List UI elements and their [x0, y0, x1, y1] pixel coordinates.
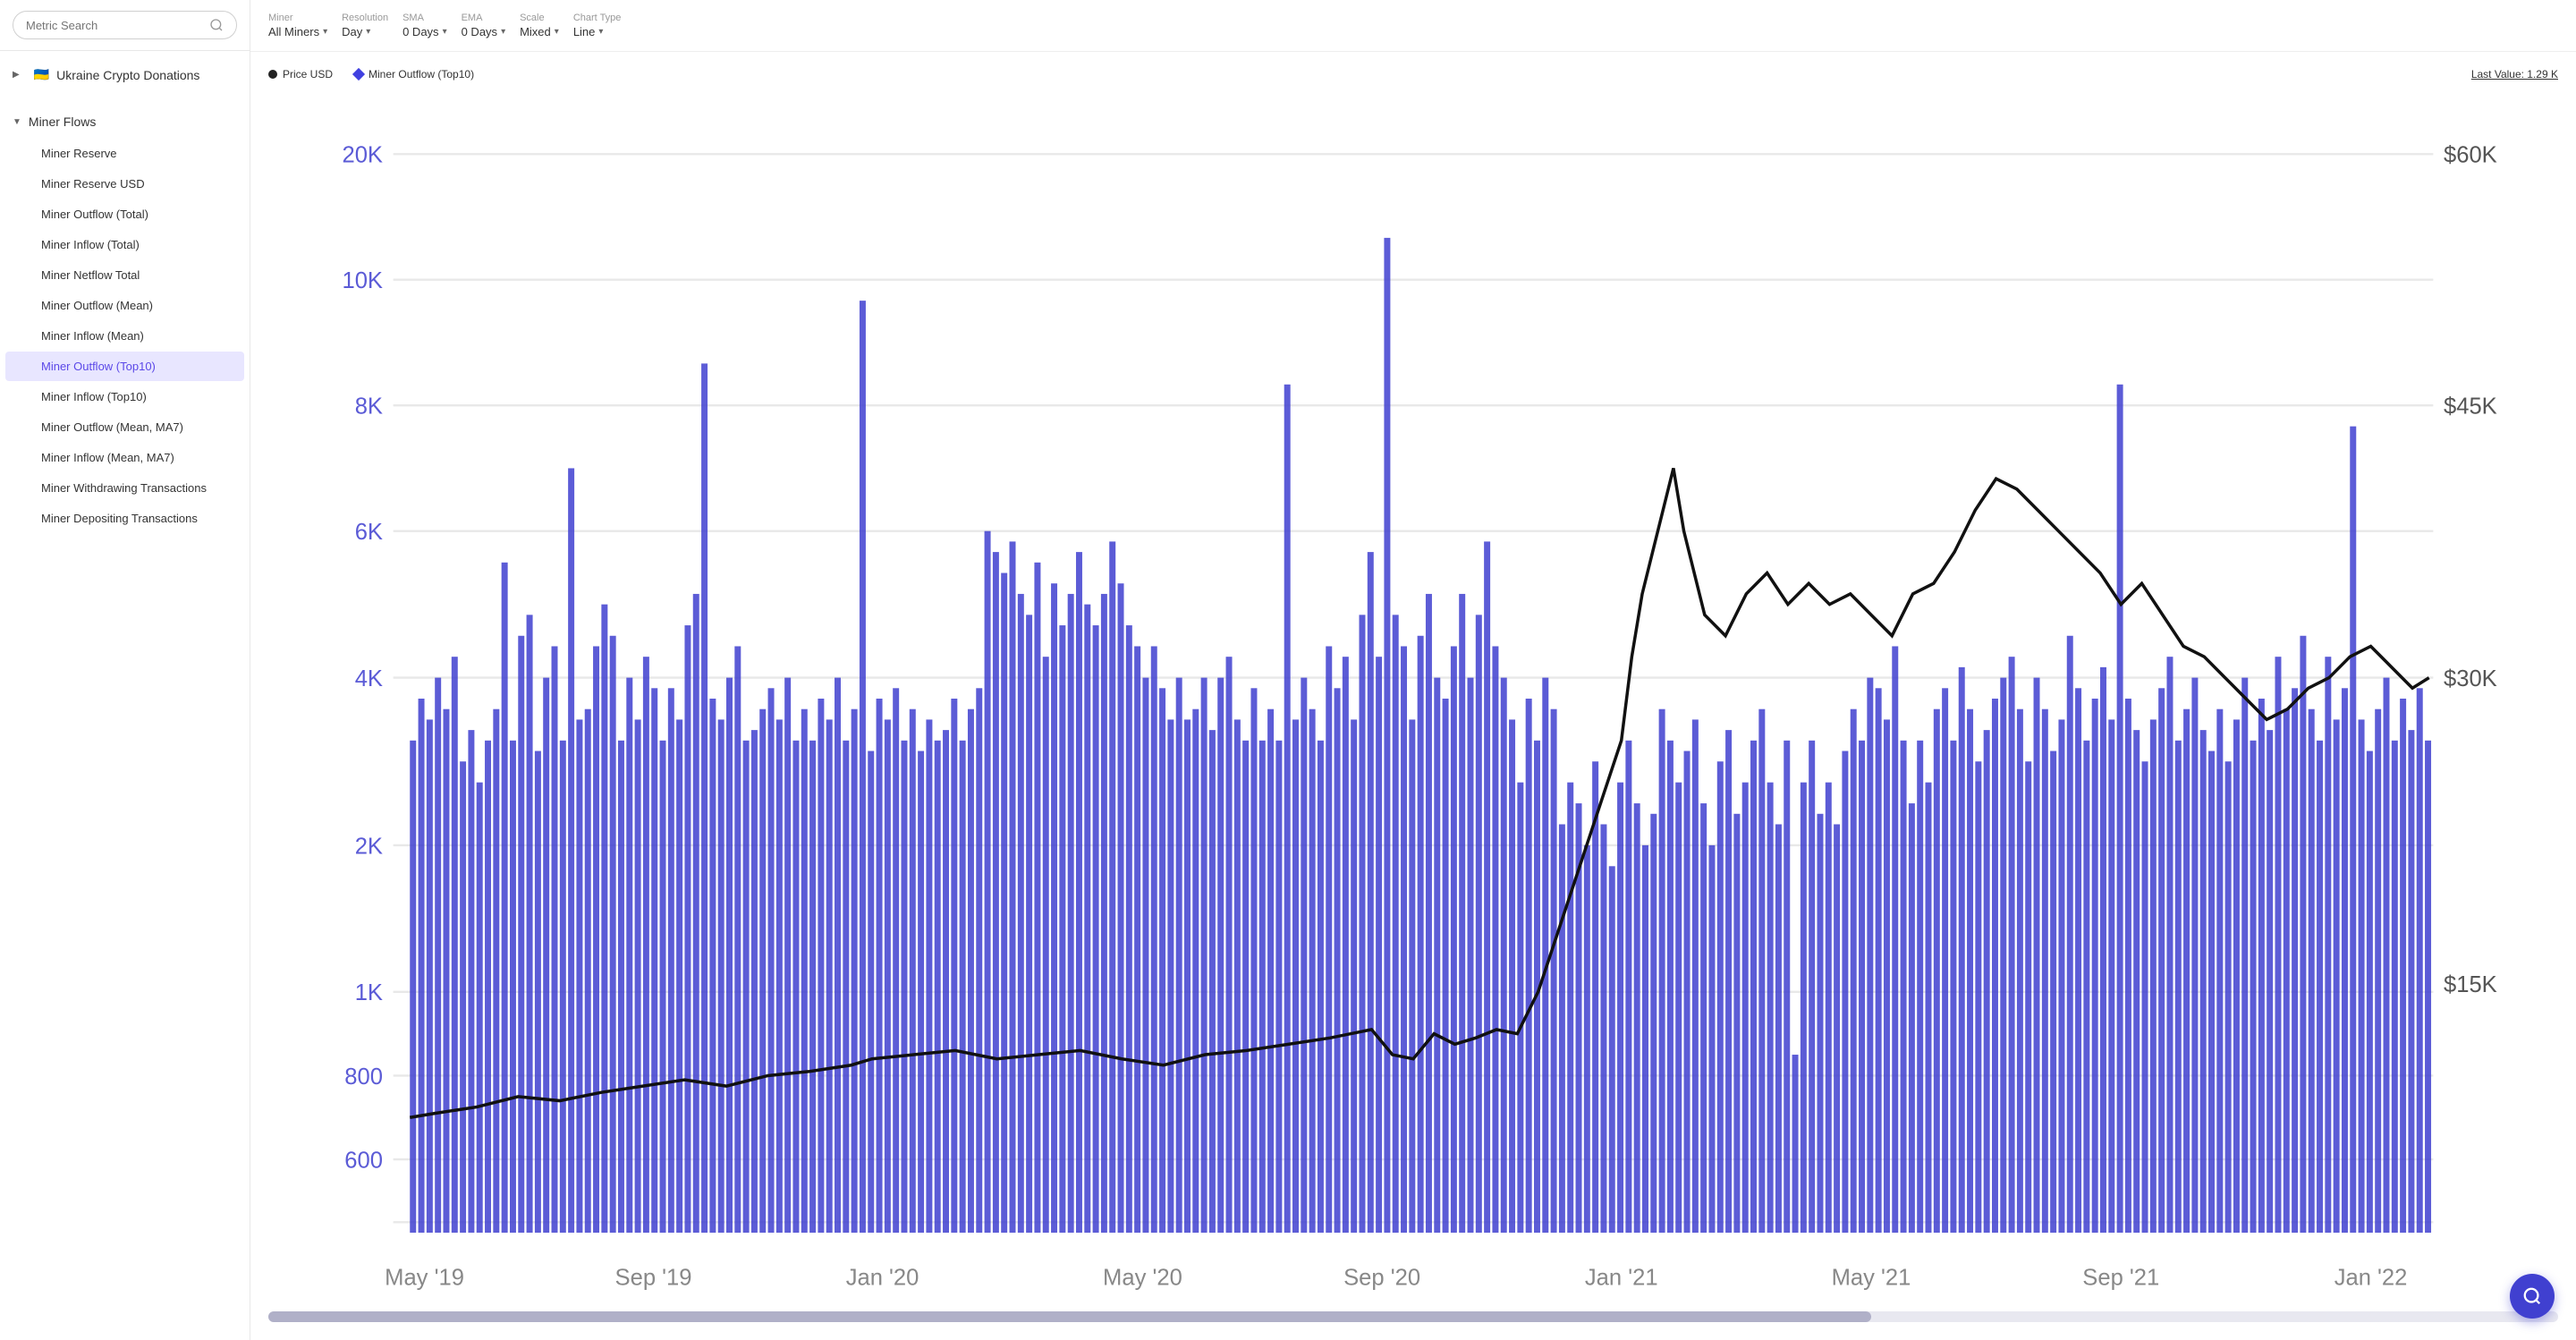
toolbar-sma: SMA 0 Days ▾ — [402, 13, 447, 38]
toolbar-chart-type-label: Chart Type — [573, 13, 622, 23]
miner-flows-label: Miner Flows — [29, 114, 96, 129]
chart-area: Price USD Miner Outflow (Top10) Last Val… — [250, 52, 2576, 1340]
svg-text:8K: 8K — [355, 394, 383, 420]
svg-text:6K: 6K — [355, 520, 383, 545]
svg-text:4K: 4K — [355, 666, 383, 691]
legend-price-dot — [268, 70, 277, 79]
last-value[interactable]: Last Value: 1.29 K — [2471, 68, 2558, 81]
search-icon — [209, 18, 224, 32]
chart-scrollbar[interactable] — [268, 1311, 2558, 1322]
sidebar-item-0[interactable]: Miner Reserve — [5, 139, 244, 168]
svg-text:800: 800 — [344, 1064, 383, 1090]
sidebar-item-12[interactable]: Miner Depositing Transactions — [5, 504, 244, 533]
toolbar-scale-label: Scale — [520, 13, 559, 23]
toolbar: Miner All Miners ▾ Resolution Day ▾ SMA … — [250, 0, 2576, 52]
toolbar-miner: Miner All Miners ▾ — [268, 13, 327, 38]
toolbar-sma-caret-icon: ▾ — [443, 27, 447, 37]
legend-price-label: Price USD — [283, 68, 333, 81]
search-container — [0, 0, 250, 51]
nav-section-miner-flows: ▼ Miner Flows Miner ReserveMiner Reserve… — [0, 98, 250, 541]
toolbar-ema-value: 0 Days — [462, 25, 497, 38]
sidebar-item-9[interactable]: Miner Outflow (Mean, MA7) — [5, 412, 244, 442]
chart-svg: 20K 10K 8K 6K 4K 2K 1K 800 600 $60K $45K… — [268, 91, 2558, 1306]
toolbar-miner-label: Miner — [268, 13, 327, 23]
svg-text:Sep '19: Sep '19 — [615, 1266, 692, 1291]
svg-text:May '19: May '19 — [385, 1266, 464, 1291]
toolbar-chart-type: Chart Type Line ▾ — [573, 13, 622, 38]
legend-price: Price USD — [268, 68, 333, 81]
toolbar-resolution-select[interactable]: Day ▾ — [342, 25, 388, 38]
sidebar: ▶ 🇺🇦 Ukraine Crypto Donations ▼ Miner Fl… — [0, 0, 250, 1340]
toolbar-chart-type-select[interactable]: Line ▾ — [573, 25, 622, 38]
sidebar-item-2[interactable]: Miner Outflow (Total) — [5, 199, 244, 229]
svg-text:May '21: May '21 — [1832, 1266, 1911, 1291]
toolbar-scale-value: Mixed — [520, 25, 551, 38]
toolbar-chart-type-caret-icon: ▾ — [598, 27, 603, 37]
fab-search-icon — [2522, 1286, 2542, 1306]
sidebar-item-5[interactable]: Miner Outflow (Mean) — [5, 291, 244, 320]
miner-flows-arrow-icon: ▼ — [13, 117, 21, 127]
ukraine-label: Ukraine Crypto Donations — [56, 68, 199, 82]
toolbar-sma-label: SMA — [402, 13, 447, 23]
toolbar-ema: EMA 0 Days ▾ — [462, 13, 506, 38]
nav-section-ukraine: ▶ 🇺🇦 Ukraine Crypto Donations — [0, 51, 250, 98]
toolbar-chart-type-value: Line — [573, 25, 596, 38]
toolbar-sma-value: 0 Days — [402, 25, 438, 38]
main-content: Miner All Miners ▾ Resolution Day ▾ SMA … — [250, 0, 2576, 1340]
svg-text:2K: 2K — [355, 834, 383, 859]
svg-text:Sep '20: Sep '20 — [1343, 1266, 1420, 1291]
svg-text:20K: 20K — [342, 143, 383, 168]
toolbar-sma-select[interactable]: 0 Days ▾ — [402, 25, 447, 38]
svg-text:600: 600 — [344, 1148, 383, 1173]
legend-outflow: Miner Outflow (Top10) — [354, 68, 474, 81]
search-input[interactable] — [26, 19, 209, 32]
miner-flows-header[interactable]: ▼ Miner Flows — [0, 106, 250, 138]
svg-text:$15K: $15K — [2444, 972, 2497, 997]
ukraine-arrow-icon: ▶ — [13, 70, 20, 80]
ukraine-section-header[interactable]: ▶ 🇺🇦 Ukraine Crypto Donations — [0, 58, 250, 91]
sidebar-item-1[interactable]: Miner Reserve USD — [5, 169, 244, 199]
svg-text:Jan '21: Jan '21 — [1585, 1266, 1658, 1291]
sidebar-item-4[interactable]: Miner Netflow Total — [5, 260, 244, 290]
chart-legend: Price USD Miner Outflow (Top10) Last Val… — [268, 61, 2558, 91]
svg-text:$60K: $60K — [2444, 143, 2497, 168]
fab-search-button[interactable] — [2510, 1274, 2555, 1319]
sidebar-item-7[interactable]: Miner Outflow (Top10) — [5, 352, 244, 381]
toolbar-miner-caret-icon: ▾ — [323, 27, 327, 37]
svg-text:$45K: $45K — [2444, 394, 2497, 420]
toolbar-resolution-caret-icon: ▾ — [366, 27, 370, 37]
miner-flows-items: Miner ReserveMiner Reserve USDMiner Outf… — [0, 139, 250, 533]
toolbar-resolution: Resolution Day ▾ — [342, 13, 388, 38]
chart-container: 20K 10K 8K 6K 4K 2K 1K 800 600 $60K $45K… — [268, 91, 2558, 1306]
toolbar-miner-select[interactable]: All Miners ▾ — [268, 25, 327, 38]
sidebar-item-6[interactable]: Miner Inflow (Mean) — [5, 321, 244, 351]
sidebar-item-3[interactable]: Miner Inflow (Total) — [5, 230, 244, 259]
toolbar-resolution-value: Day — [342, 25, 362, 38]
svg-text:Jan '20: Jan '20 — [846, 1266, 919, 1291]
toolbar-ema-caret-icon: ▾ — [501, 27, 505, 37]
toolbar-ema-label: EMA — [462, 13, 506, 23]
toolbar-scale: Scale Mixed ▾ — [520, 13, 559, 38]
toolbar-miner-value: All Miners — [268, 25, 319, 38]
sidebar-item-10[interactable]: Miner Inflow (Mean, MA7) — [5, 443, 244, 472]
toolbar-scale-caret-icon: ▾ — [555, 27, 559, 37]
sidebar-item-8[interactable]: Miner Inflow (Top10) — [5, 382, 244, 411]
legend-outflow-diamond — [352, 68, 365, 81]
sidebar-item-11[interactable]: Miner Withdrawing Transactions — [5, 473, 244, 503]
toolbar-ema-select[interactable]: 0 Days ▾ — [462, 25, 506, 38]
svg-text:10K: 10K — [342, 268, 383, 293]
scrollbar-thumb[interactable] — [268, 1311, 1871, 1322]
legend-outflow-label: Miner Outflow (Top10) — [369, 68, 474, 81]
svg-text:Sep '21: Sep '21 — [2082, 1266, 2159, 1291]
svg-text:May '20: May '20 — [1103, 1266, 1182, 1291]
svg-text:$30K: $30K — [2444, 666, 2497, 691]
svg-text:Jan '22: Jan '22 — [2334, 1266, 2408, 1291]
svg-text:1K: 1K — [355, 980, 383, 1005]
search-box[interactable] — [13, 11, 237, 39]
ukraine-flag: 🇺🇦 — [34, 67, 49, 82]
toolbar-scale-select[interactable]: Mixed ▾ — [520, 25, 559, 38]
toolbar-resolution-label: Resolution — [342, 13, 388, 23]
